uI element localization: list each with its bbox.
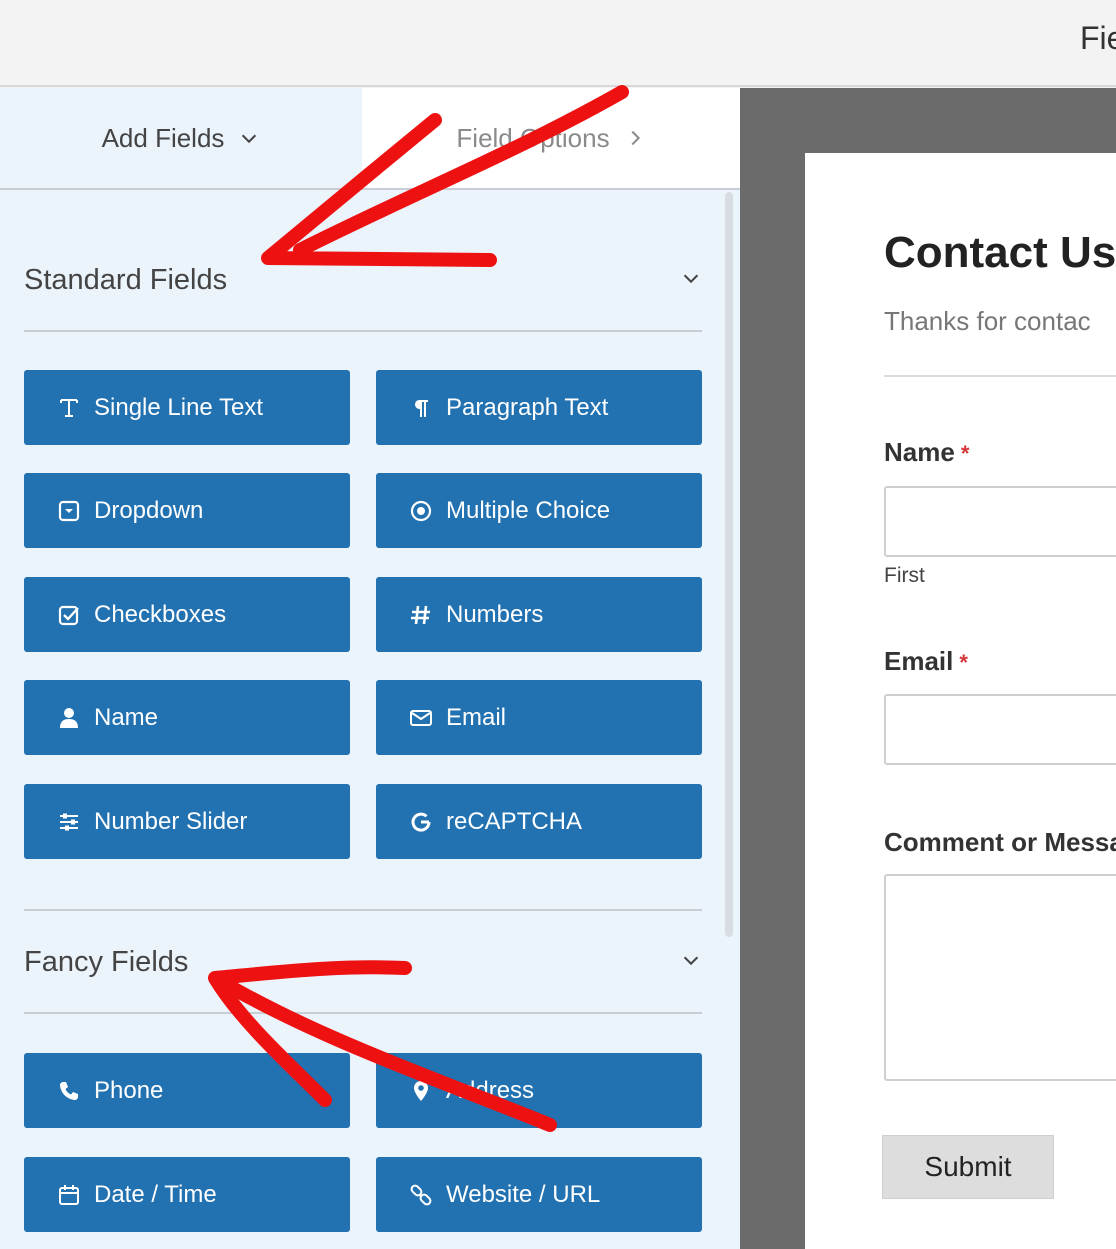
field-button-label: Name (94, 703, 159, 731)
field-button-label: Website / URL (446, 1180, 601, 1208)
field-button-checkboxes[interactable]: Checkboxes (24, 577, 350, 652)
topbar-title: Fie (1080, 20, 1116, 56)
standard-fields-title: Standard Fields (24, 263, 228, 296)
dropdown-icon (56, 498, 82, 524)
form-description: Thanks for contac (884, 306, 1091, 336)
checkbox-icon (56, 602, 82, 628)
name-field-label: Name * (884, 437, 969, 468)
field-button-name[interactable]: Name (24, 680, 350, 755)
chevron-down-icon (238, 127, 260, 149)
field-button-date-time[interactable]: Date / Time (24, 1157, 350, 1232)
field-button-label: Single Line Text (94, 393, 264, 421)
email-label-text: Email (884, 646, 954, 676)
comment-field-label: Comment or Messa (884, 827, 1116, 857)
fancy-fields-title: Fancy Fields (24, 945, 189, 978)
field-button-dropdown[interactable]: Dropdown (24, 473, 350, 548)
tab-add-fields[interactable]: Add Fields (0, 88, 362, 190)
paragraph-icon (408, 395, 434, 421)
form-divider (884, 375, 1116, 377)
field-button-label: Date / Time (94, 1180, 217, 1208)
field-button-label: Multiple Choice (446, 496, 611, 524)
user-icon (56, 705, 82, 731)
tab-add-fields-label: Add Fields (101, 122, 225, 153)
google-icon (408, 809, 434, 835)
field-button-email[interactable]: Email (376, 680, 702, 755)
field-button-multiple-choice[interactable]: Multiple Choice (376, 473, 702, 548)
envelope-icon (408, 705, 434, 731)
field-button-phone[interactable]: Phone (24, 1053, 350, 1128)
phone-icon (56, 1078, 82, 1104)
field-button-address[interactable]: Address (376, 1053, 702, 1128)
field-button-label: Dropdown (94, 496, 204, 524)
link-icon (408, 1182, 434, 1208)
field-button-numbers[interactable]: Numbers (376, 577, 702, 652)
email-input[interactable] (884, 694, 1116, 765)
field-button-label: Email (446, 703, 507, 731)
field-button-label: Checkboxes (94, 600, 227, 628)
tab-field-options[interactable]: Field Options (362, 88, 740, 190)
panel-scrollbar[interactable] (725, 192, 733, 937)
chevron-right-icon (624, 127, 646, 149)
chevron-down-icon (680, 267, 702, 294)
sliders-icon (56, 809, 82, 835)
name-label-text: Name (884, 437, 955, 467)
field-button-recaptcha[interactable]: reCAPTCHA (376, 784, 702, 859)
section-divider (24, 909, 702, 911)
required-asterisk: * (959, 650, 968, 675)
name-first-input[interactable] (884, 486, 1116, 557)
field-button-label: reCAPTCHA (446, 807, 583, 835)
fancy-fields-header[interactable]: Fancy Fields (24, 942, 702, 982)
field-button-paragraph-text[interactable]: Paragraph Text (376, 370, 702, 445)
chevron-down-icon (680, 949, 702, 976)
field-button-number-slider[interactable]: Number Slider (24, 784, 350, 859)
hash-icon (408, 602, 434, 628)
field-button-single-line-text[interactable]: Single Line Text (24, 370, 350, 445)
field-button-website-url[interactable]: Website / URL (376, 1157, 702, 1232)
name-first-sublabel: First (884, 564, 925, 587)
section-divider (24, 1012, 702, 1014)
tab-field-options-label: Field Options (456, 122, 610, 153)
field-button-label: Numbers (446, 600, 544, 628)
top-bar: Fie (0, 0, 1116, 87)
field-button-label: Paragraph Text (446, 393, 609, 421)
map-pin-icon (408, 1078, 434, 1104)
comment-textarea[interactable] (884, 874, 1116, 1081)
email-field-label: Email * (884, 646, 968, 677)
radio-icon (408, 498, 434, 524)
standard-fields-header[interactable]: Standard Fields (24, 260, 702, 300)
field-button-label: Address (446, 1076, 535, 1104)
section-divider (24, 330, 702, 332)
form-title: Contact Us (884, 228, 1116, 277)
text-cursor-icon (56, 395, 82, 421)
required-asterisk: * (960, 441, 970, 466)
field-button-label: Number Slider (94, 807, 248, 835)
submit-button[interactable]: Submit (882, 1135, 1054, 1199)
calendar-icon (56, 1182, 82, 1208)
panel-tabs: Add Fields Field Options (0, 88, 740, 190)
field-button-label: Phone (94, 1076, 164, 1104)
